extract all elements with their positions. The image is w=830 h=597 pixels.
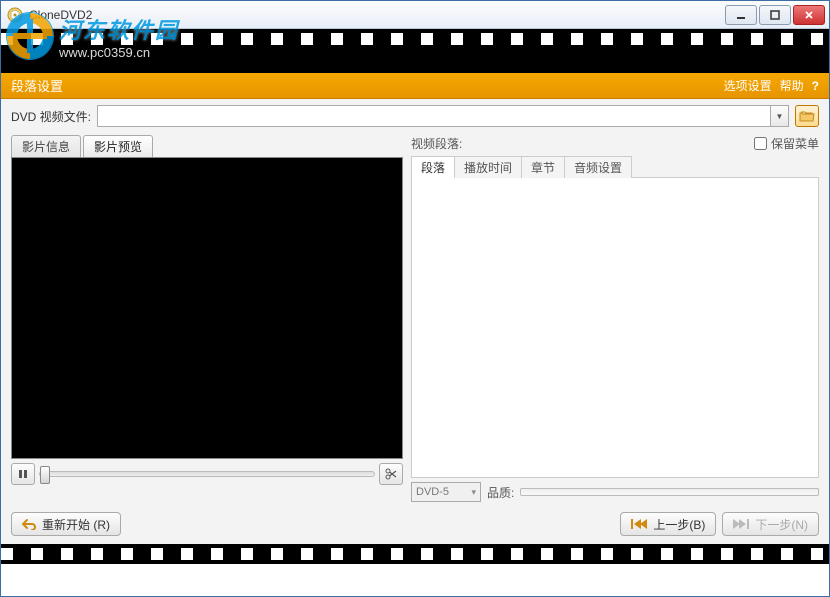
prev-label: 上一步(B) <box>653 516 705 533</box>
next-icon <box>733 519 749 529</box>
segment-header: 视频段落: 保留菜单 <box>411 135 819 152</box>
help-link[interactable]: 帮助 <box>780 77 804 94</box>
keep-menu-label: 保留菜单 <box>771 135 819 152</box>
filmstrip-bottom <box>1 544 829 564</box>
seek-thumb[interactable] <box>40 466 50 484</box>
restart-button[interactable]: 重新开始 (R) <box>11 512 121 536</box>
seek-slider[interactable] <box>39 471 375 477</box>
nav-row: 重新开始 (R) 上一步(B) 下一步(N) <box>11 512 819 536</box>
next-button[interactable]: 下一步(N) <box>722 512 819 536</box>
next-label: 下一步(N) <box>755 516 808 533</box>
keep-menu-option[interactable]: 保留菜单 <box>754 135 819 152</box>
trim-button[interactable] <box>379 463 403 485</box>
segment-label: 视频段落: <box>411 135 754 152</box>
folder-open-icon <box>799 109 815 123</box>
pause-icon <box>18 469 28 479</box>
path-dropdown-button[interactable]: ▼ <box>771 105 789 127</box>
segment-tabs: 段落 播放时间 章节 音频设置 <box>411 156 819 178</box>
segtab-titles[interactable]: 段落 <box>411 156 455 178</box>
file-row: DVD 视频文件: ▼ <box>11 105 819 127</box>
header-bar: 段落设置 选项设置 帮助 ? <box>1 73 829 99</box>
window-title: CloneDVD2 <box>29 8 725 22</box>
play-controls <box>11 463 403 485</box>
app-icon <box>7 7 23 23</box>
target-size-combo[interactable]: DVD-5 <box>411 482 481 502</box>
browse-button[interactable] <box>795 105 819 127</box>
options-link[interactable]: 选项设置 <box>724 77 772 94</box>
window-buttons <box>725 5 825 25</box>
target-size-value: DVD-5 <box>416 486 449 498</box>
help-icon[interactable]: ? <box>812 79 819 93</box>
restart-label: 重新开始 (R) <box>42 516 110 533</box>
close-button[interactable] <box>793 5 825 25</box>
quality-row: DVD-5 品质: <box>411 482 819 502</box>
left-pane: 影片信息 影片预览 <box>11 135 403 502</box>
video-preview <box>11 157 403 459</box>
file-label: DVD 视频文件: <box>11 108 91 125</box>
titlebar: CloneDVD2 <box>1 1 829 29</box>
app-window: CloneDVD2 河东软件园 w <box>0 0 830 597</box>
right-pane: 视频段落: 保留菜单 段落 播放时间 章节 音频设置 DVD-5 品质: <box>411 135 819 502</box>
segtab-playtime[interactable]: 播放时间 <box>454 156 522 178</box>
prev-button[interactable]: 上一步(B) <box>620 512 716 536</box>
quality-bar <box>520 488 819 496</box>
maximize-button[interactable] <box>759 5 791 25</box>
file-input-wrap: ▼ <box>97 105 789 127</box>
keep-menu-checkbox[interactable] <box>754 137 767 150</box>
left-tabs: 影片信息 影片预览 <box>11 135 403 157</box>
segment-panel <box>411 178 819 478</box>
segtab-audio[interactable]: 音频设置 <box>564 156 632 178</box>
dvd-path-input[interactable] <box>97 105 771 127</box>
prev-icon <box>631 519 647 529</box>
content-area: DVD 视频文件: ▼ 影片信息 影片预览 <box>1 99 829 544</box>
tab-movie-preview[interactable]: 影片预览 <box>83 135 153 157</box>
scissors-icon <box>385 468 397 480</box>
tab-movie-info[interactable]: 影片信息 <box>11 135 81 157</box>
segtab-chapters[interactable]: 章节 <box>521 156 565 178</box>
undo-icon <box>22 518 36 530</box>
page-title: 段落设置 <box>11 76 716 95</box>
quality-label: 品质: <box>487 484 514 501</box>
filmstrip-top <box>1 29 829 73</box>
minimize-button[interactable] <box>725 5 757 25</box>
pause-button[interactable] <box>11 463 35 485</box>
